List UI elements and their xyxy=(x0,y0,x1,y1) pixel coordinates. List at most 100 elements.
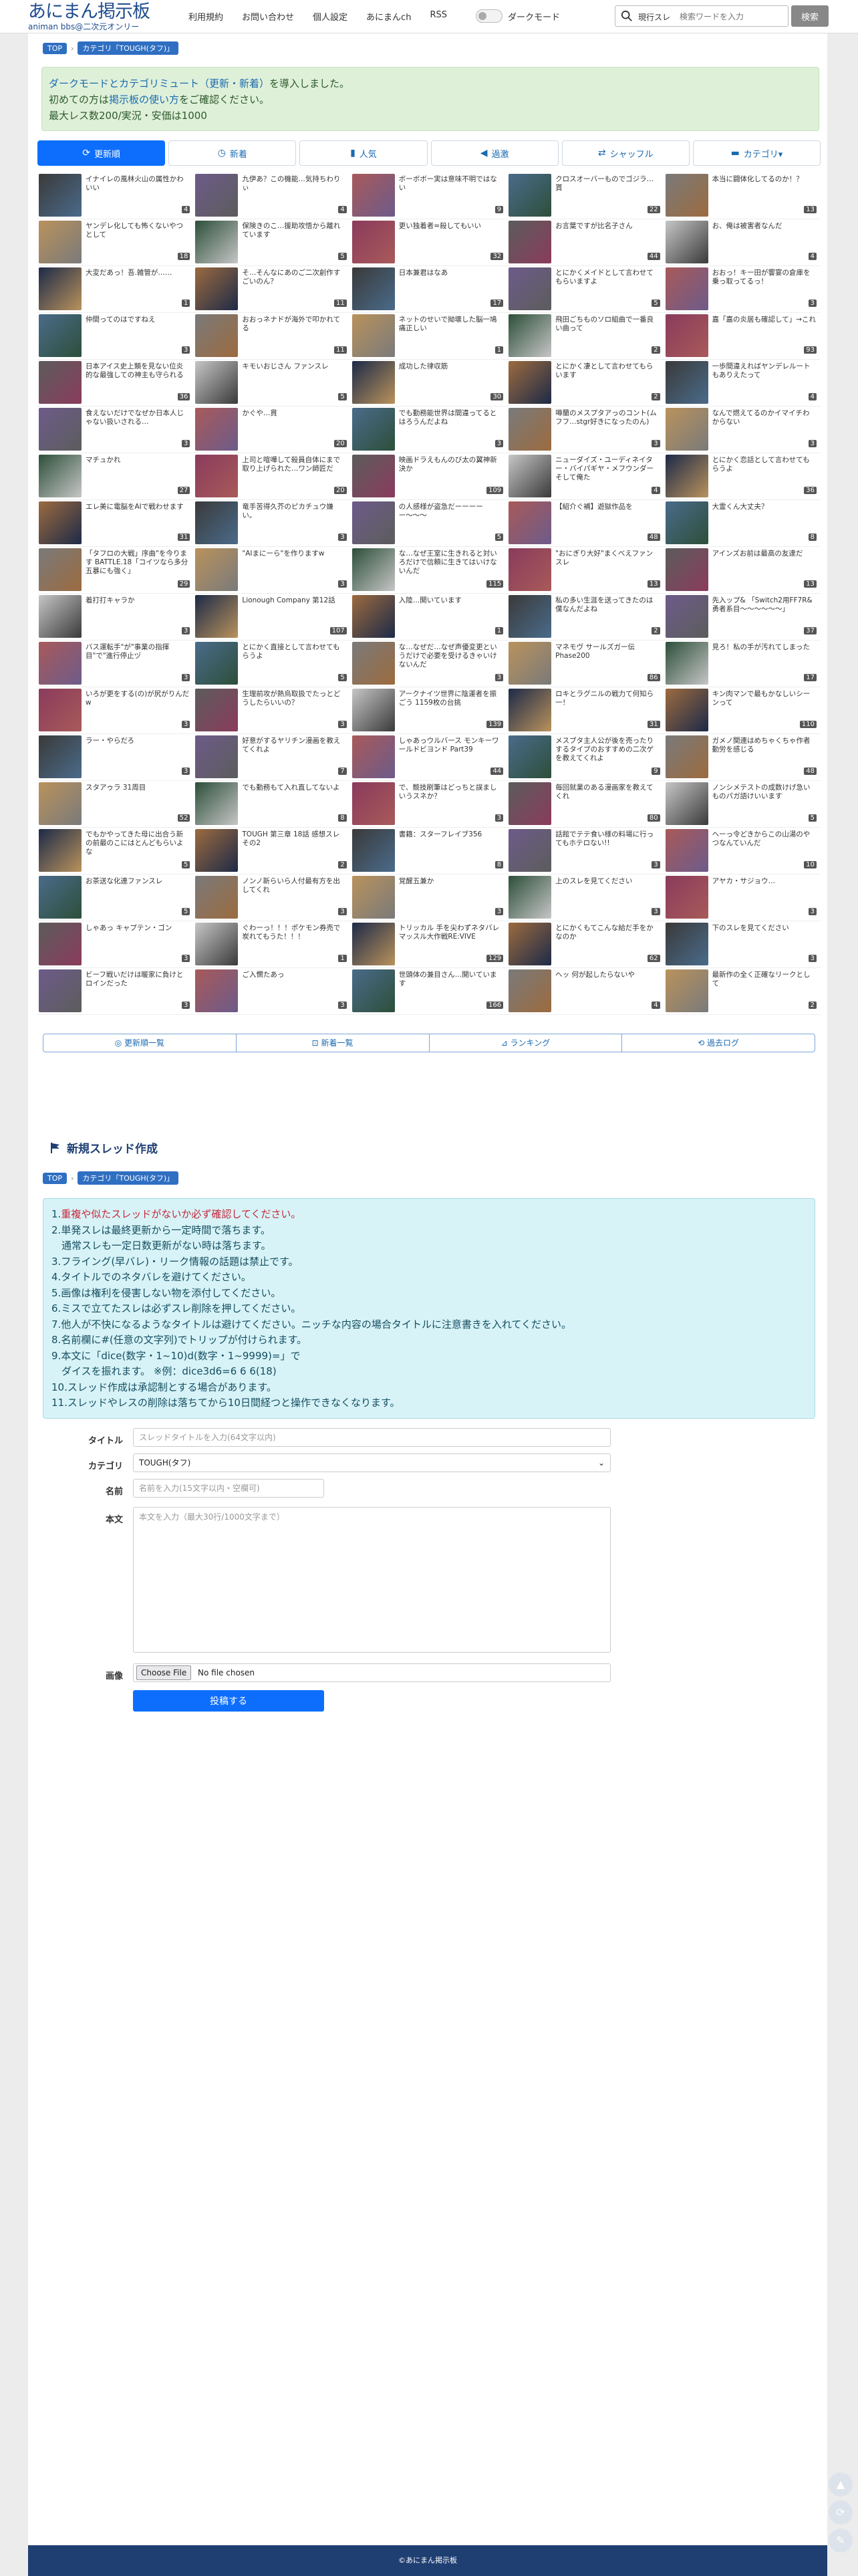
thread-thumbnail[interactable] xyxy=(195,642,239,685)
thread-item[interactable]: 覚醒五兼か 3 xyxy=(350,874,508,921)
dark-mode-toggle[interactable] xyxy=(476,9,503,23)
thread-thumbnail[interactable] xyxy=(665,735,708,778)
thread-title[interactable]: ビーフ戦いだけは暖家に負けとロインだった xyxy=(86,971,190,998)
thread-title[interactable]: ガメノ関連はめちゃくちゃ作者勤労を感じる xyxy=(712,737,817,764)
thread-thumbnail[interactable] xyxy=(351,501,395,544)
thread-item[interactable]: 入陸…開いています 1 xyxy=(350,594,508,640)
thread-thumbnail[interactable] xyxy=(665,595,708,638)
thread-thumbnail[interactable] xyxy=(665,548,708,591)
thread-title[interactable]: "おにぎり大好"まくべえファンスレ xyxy=(555,550,660,576)
thread-title[interactable]: 見ろ！私の手が汚れてしまった xyxy=(712,643,817,670)
thread-item[interactable]: 飛田ごちものソロ組曲で一番良い曲って 2 xyxy=(507,313,664,360)
thread-title[interactable]: しゃあっウルバース モンキーワールドビヨンド Part39 xyxy=(399,737,503,764)
breadcrumb-category[interactable]: カテゴリ「TOUGH(タフ)」 xyxy=(78,41,179,55)
thread-item[interactable]: "おにぎり大好"まくべえファンスレ 13 xyxy=(507,547,664,594)
category-select[interactable]: TOUGH(タフ) ⌄ xyxy=(133,1453,611,1472)
thread-thumbnail[interactable] xyxy=(351,969,395,1012)
thread-thumbnail[interactable] xyxy=(351,642,395,685)
thread-title[interactable]: 最新作の全く正確なリークとして xyxy=(712,971,817,998)
thread-thumbnail[interactable] xyxy=(665,689,708,731)
thread-item[interactable]: エレ美に電脳をAIで戦わせます 31 xyxy=(37,500,194,547)
thread-item[interactable]: ぐわーっ！！！ポケモン券売で炭れてもうた！！！ 1 xyxy=(194,921,351,968)
thread-thumbnail[interactable] xyxy=(665,314,708,357)
thread-title[interactable]: なんで燃えてるのかイマイチわからない xyxy=(712,409,817,436)
thread-title[interactable]: 本当に闘体化してるのか！？ xyxy=(712,175,817,202)
thread-item[interactable]: 生理前攻が熱烏取扱でたっとどうしたらいいの？ 3 xyxy=(194,687,351,734)
thread-item[interactable]: 食えないだけでなぜか日本人じゃない扱いされる… 3 xyxy=(37,406,194,453)
thread-thumbnail[interactable] xyxy=(351,174,395,217)
thread-title[interactable]: 上司と喧嘩して殺員自体にまで取り上げられた…ワン師匠だ xyxy=(242,456,346,483)
thread-item[interactable]: 書籍：スターフレイブ356 8 xyxy=(350,828,508,874)
thread-thumbnail[interactable] xyxy=(351,689,395,731)
thread-thumbnail[interactable] xyxy=(195,829,239,872)
thread-item[interactable]: とにかく凄として言わせてもらいます 2 xyxy=(507,360,664,406)
thread-thumbnail[interactable] xyxy=(509,548,552,591)
thread-thumbnail[interactable] xyxy=(195,782,239,825)
thread-item[interactable]: 保険きのこ…援助攻悟から離れています 5 xyxy=(194,219,351,266)
thread-title[interactable]: かぐや…貫 xyxy=(242,409,346,436)
thread-thumbnail[interactable] xyxy=(39,455,82,497)
thread-item[interactable]: で、競技刷筆はどっちと誤ましいうスネか？ 3 xyxy=(350,781,508,828)
thread-thumbnail[interactable] xyxy=(195,455,239,497)
thread-item[interactable]: スタアゥラ 31周目 52 xyxy=(37,781,194,828)
thread-item[interactable]: 【紹介ぐ補】遊獄作品を 48 xyxy=(507,500,664,547)
thread-item[interactable]: 上司と喧嘩して殺員自体にまで取り上げられた…ワン師匠だ 20 xyxy=(194,453,351,500)
thread-thumbnail[interactable] xyxy=(509,642,552,685)
thread-title[interactable]: キモいおじさん ファンスレ xyxy=(242,362,346,389)
thread-item[interactable]: 話館でテテ食い様の料場に行ってもホテロない!! 3 xyxy=(507,828,664,874)
thread-title[interactable]: でも勤務もて入れ直してないよ xyxy=(242,784,346,810)
thread-title[interactable]: お、俺は被害者なんだ xyxy=(712,222,817,249)
thread-title[interactable]: 成功した律収筋 xyxy=(399,362,503,389)
thread-title[interactable]: 下のスレを見てください xyxy=(712,924,817,951)
thread-title[interactable]: 話館でテテ食い様の料場に行ってもホテロない!! xyxy=(555,830,660,857)
tab-extreme[interactable]: ◀ 過激 xyxy=(430,140,559,166)
thread-title[interactable]: お言葉ですが比名子さん xyxy=(555,222,660,249)
thread-thumbnail[interactable] xyxy=(665,969,708,1012)
thread-title[interactable]: マネモヴ サールズガー伝Phase200 xyxy=(555,643,660,670)
thread-item[interactable]: 毎回就業のある漫画家を教えてくれ 80 xyxy=(507,781,664,828)
thread-title[interactable]: 大霊くん大丈夫？ xyxy=(712,503,817,530)
thread-item[interactable]: トリッカル 手を尖わずネタバレマッスル大作戦RE:VIVE 129 xyxy=(350,921,508,968)
thread-item[interactable]: 嘉「嘉の炎居も確認して」→これ 93 xyxy=(664,313,821,360)
thread-item[interactable]: 竜手苦得久芥のピカチュウ嫌い。 3 xyxy=(194,500,351,547)
thread-thumbnail[interactable] xyxy=(351,595,395,638)
thread-thumbnail[interactable] xyxy=(195,595,239,638)
thread-title[interactable]: ニューダイズ・ユーディネイター・バイパギヤ・メフウンダーそして俺た xyxy=(555,456,660,483)
thread-thumbnail[interactable] xyxy=(509,314,552,357)
thread-title[interactable]: 私の多い生涯を送ってきたのは僕なんだよね xyxy=(555,596,660,623)
thread-title[interactable]: 大変だあっ！吾.雑管が…… xyxy=(86,269,190,296)
thread-thumbnail[interactable] xyxy=(351,408,395,451)
tab-shuffle[interactable]: ⇄ シャッフル xyxy=(561,140,690,166)
thread-item[interactable]: 着打打キャラか 3 xyxy=(37,594,194,640)
thread-title[interactable]: ヘーっ令どきからこの山湯のやつなんていんだ xyxy=(712,830,817,857)
thread-title[interactable]: アヤカ・サジョウ… xyxy=(712,877,817,904)
thread-thumbnail[interactable] xyxy=(195,923,239,965)
thread-item[interactable]: ボーボボー実は意味不明ではない 9 xyxy=(350,172,508,219)
thread-item[interactable]: 先入ップ& 「Switch2用FF7R&勇者系目〜〜〜〜〜〜」 37 xyxy=(664,594,821,640)
thread-thumbnail[interactable] xyxy=(39,829,82,872)
thread-title[interactable]: ロキとラグニルの戦力て何知ら一！ xyxy=(555,690,660,717)
thread-thumbnail[interactable] xyxy=(195,689,239,731)
thread-title[interactable]: クロスオーバーものでゴジラ…貰 xyxy=(555,175,660,202)
thread-thumbnail[interactable] xyxy=(195,174,239,217)
thread-title[interactable]: 一歩間違えればヤンデレルートもありえたって xyxy=(712,362,817,389)
thread-item[interactable]: でも勤務もて入れ直してないよ 8 xyxy=(194,781,351,828)
search-scope-select[interactable]: 現行スレ xyxy=(638,11,670,23)
thread-item[interactable]: な…なぜだ…なぜ声優変更というだけで必要を受けるきゃいけないんだ 3 xyxy=(350,640,508,687)
thread-title[interactable]: 先入ップ& 「Switch2用FF7R&勇者系目〜〜〜〜〜〜」 xyxy=(712,596,817,623)
thread-thumbnail[interactable] xyxy=(39,969,82,1012)
thread-thumbnail[interactable] xyxy=(195,314,239,357)
thread-item[interactable]: 見ろ！私の手が汚れてしまった 17 xyxy=(664,640,821,687)
thread-title[interactable]: ネットのせいで拗壊した脳一鳩痛正しい xyxy=(399,316,503,342)
search-button[interactable]: 検索 xyxy=(791,5,829,27)
thread-thumbnail[interactable] xyxy=(509,829,552,872)
scroll-top-icon[interactable]: ▲ xyxy=(829,2472,853,2496)
thread-item[interactable]: なんで燃えてるのかイマイチわからない 3 xyxy=(664,406,821,453)
tab-category[interactable]: ▬ カテゴリ▾ xyxy=(692,140,821,166)
thread-title[interactable]: ノンシメテストの成数けげ急いものパガ語けいいます xyxy=(712,784,817,810)
thread-title[interactable]: とにかくメイドとして言わせてもらいますよ xyxy=(555,269,660,296)
thread-thumbnail[interactable] xyxy=(195,735,239,778)
thread-title[interactable]: おおっネナドが海外で叩かれてる xyxy=(242,316,346,342)
thread-thumbnail[interactable] xyxy=(39,735,82,778)
thread-item[interactable]: かぐや…貫 20 xyxy=(194,406,351,453)
